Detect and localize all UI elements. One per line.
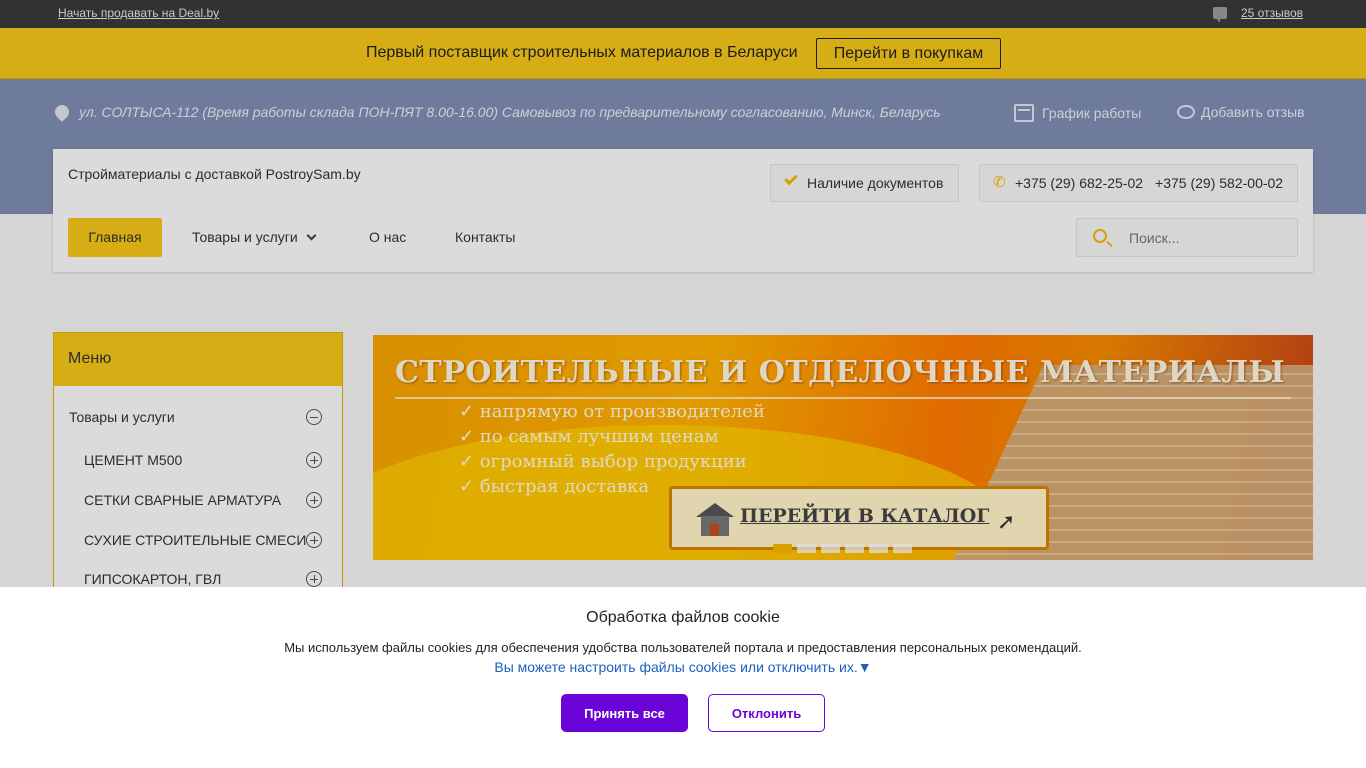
cookie-settings-link[interactable]: Вы можете настроить файлы cookies или от… xyxy=(0,659,1366,675)
cookie-banner: Обработка файлов cookie Мы используем фа… xyxy=(0,587,1366,768)
decline-button[interactable]: Отклонить xyxy=(708,694,825,732)
cookie-title: Обработка файлов cookie xyxy=(586,609,780,626)
cookie-text: Мы используем файлы cookies для обеспече… xyxy=(284,640,1082,655)
accept-all-button[interactable]: Принять все xyxy=(561,694,688,732)
